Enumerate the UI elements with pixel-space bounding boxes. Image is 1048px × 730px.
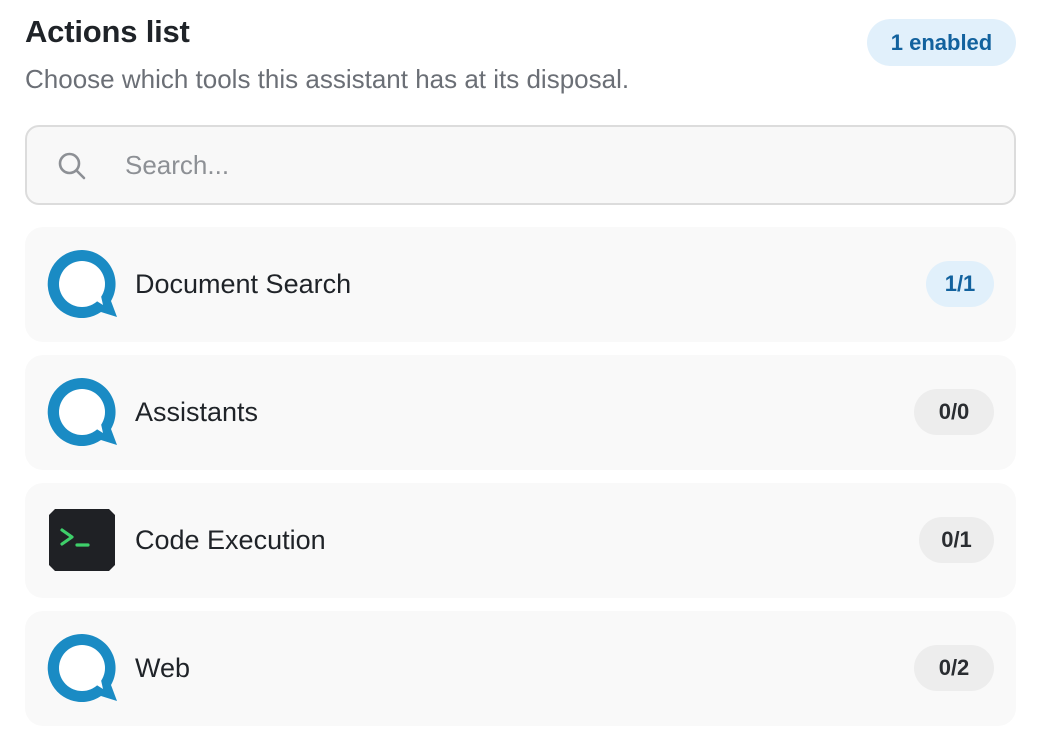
page-subtitle: Choose which tools this assistant has at… <box>25 64 630 94</box>
search-input[interactable] <box>125 127 985 203</box>
terminal-icon <box>49 509 115 571</box>
enabled-count-badge: 1 enabled <box>867 19 1016 66</box>
action-count-badge: 0/1 <box>919 517 994 563</box>
action-item-assistants[interactable]: Assistants 0/0 <box>25 355 1016 470</box>
action-item-document-search[interactable]: Document Search 1/1 <box>25 227 1016 342</box>
chat-bubble-icon <box>47 633 117 702</box>
action-label: Document Search <box>135 269 352 299</box>
action-item-web[interactable]: Web 0/2 <box>25 611 1016 726</box>
action-count-badge: 0/2 <box>914 645 994 691</box>
page-title: Actions list <box>25 14 190 49</box>
action-label: Code Execution <box>135 525 326 555</box>
search-box[interactable] <box>25 125 1016 205</box>
action-count-badge: 0/0 <box>914 389 994 435</box>
chat-bubble-icon <box>47 377 117 446</box>
action-label: Web <box>135 653 191 683</box>
action-label: Assistants <box>135 397 259 427</box>
actions-panel: Actions list Choose which tools this ass… <box>0 0 1048 730</box>
action-item-code-execution[interactable]: Code Execution 0/1 <box>25 483 1016 598</box>
chat-bubble-icon <box>47 249 117 318</box>
search-icon <box>58 152 86 180</box>
action-count-badge: 1/1 <box>926 261 994 307</box>
